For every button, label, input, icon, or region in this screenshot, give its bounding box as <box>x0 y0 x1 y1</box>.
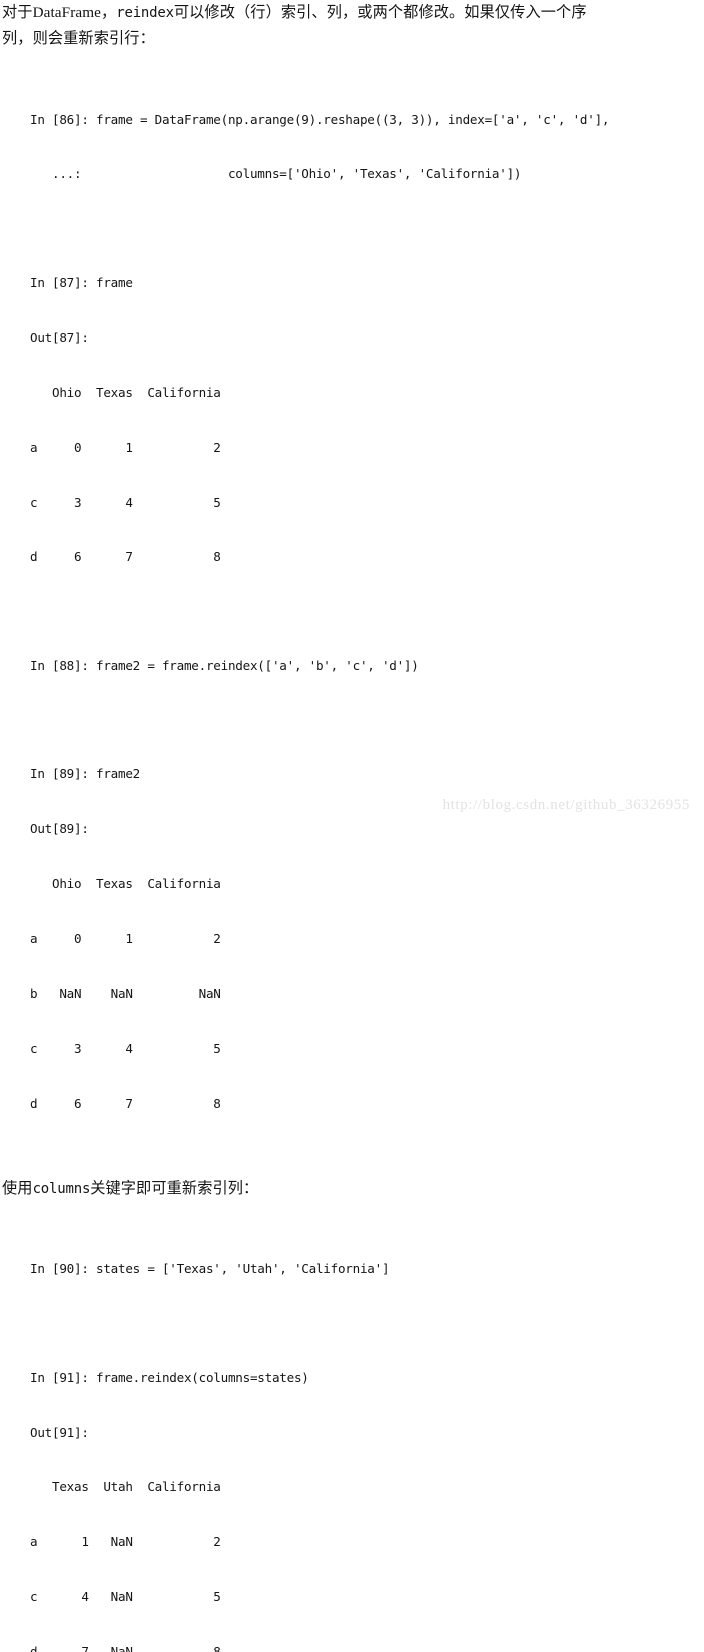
code-line: In [89]: frame2 <box>30 766 140 782</box>
table-header-row: Ohio Texas California <box>30 384 221 400</box>
table-row: d 6 7 8 <box>30 549 221 565</box>
code-line: In [88]: frame2 = frame.reindex(['a', 'b… <box>30 657 419 673</box>
code-line: In [86]: frame = DataFrame(np.arange(9).… <box>30 111 610 127</box>
paragraph-columns-part-a: 使用 <box>2 1179 33 1197</box>
table-row: c 4 NaN 5 <box>30 1589 221 1605</box>
code-block-in-90: In [90]: states = ['Texas', 'Utah', 'Cal… <box>0 1224 704 1315</box>
table-row: d 6 7 8 <box>30 1095 221 1111</box>
table-row: b NaN NaN NaN <box>30 985 221 1001</box>
paragraph-intro-line2: 列，则会重新索引行： <box>2 30 155 47</box>
code-block-in-87: In [87]: frame Out[87]: Ohio Texas Calif… <box>0 237 704 603</box>
document-page: 对于DataFrame，reindex可以修改（行）索引、列，或两个都修改。如果… <box>0 0 704 1652</box>
code-line: ...: columns=['Ohio', 'Texas', 'Californ… <box>30 166 522 182</box>
table-row: a 0 1 2 <box>30 439 221 455</box>
paragraph-intro-part-b: 可以修改（行）索引、列，或两个都修改。如果仅传入一个序 <box>173 4 587 21</box>
paragraph-columns: 使用columns关键字即可重新索引列： <box>0 1176 704 1202</box>
table-header-row: Ohio Texas California <box>30 876 221 892</box>
code-line: Out[91]: <box>30 1424 89 1440</box>
code-block-in-91: In [91]: frame.reindex(columns=states) O… <box>0 1332 704 1652</box>
code-line: In [91]: frame.reindex(columns=states) <box>30 1369 309 1385</box>
paragraph-intro: 对于DataFrame，reindex可以修改（行）索引、列，或两个都修改。如果… <box>0 0 704 52</box>
table-row: a 1 NaN 2 <box>30 1534 221 1550</box>
table-row: a 0 1 2 <box>30 931 221 947</box>
code-block-in-88: In [88]: frame2 = frame.reindex(['a', 'b… <box>0 620 704 711</box>
table-row: c 3 4 5 <box>30 494 221 510</box>
code-block-in-86: In [86]: frame = DataFrame(np.arange(9).… <box>0 74 704 220</box>
inline-code-columns: columns <box>32 1180 91 1197</box>
code-block-in-89: In [89]: frame2 Out[89]: Ohio Texas Cali… <box>0 729 704 1150</box>
table-row: d 7 NaN 8 <box>30 1644 221 1652</box>
code-line: Out[89]: <box>30 821 89 837</box>
table-row: c 3 4 5 <box>30 1040 221 1056</box>
watermark-url: http://blog.csdn.net/github_36326955 <box>442 797 690 813</box>
code-line: In [87]: frame <box>30 274 133 290</box>
code-line: In [90]: states = ['Texas', 'Utah', 'Cal… <box>30 1261 390 1277</box>
code-line: Out[87]: <box>30 329 89 345</box>
inline-code-reindex: reindex <box>116 5 174 21</box>
table-header-row: Texas Utah California <box>30 1479 221 1495</box>
paragraph-columns-part-b: 关键字即可重新索引列： <box>90 1179 259 1197</box>
paragraph-intro-part-a: 对于DataFrame， <box>2 4 117 21</box>
